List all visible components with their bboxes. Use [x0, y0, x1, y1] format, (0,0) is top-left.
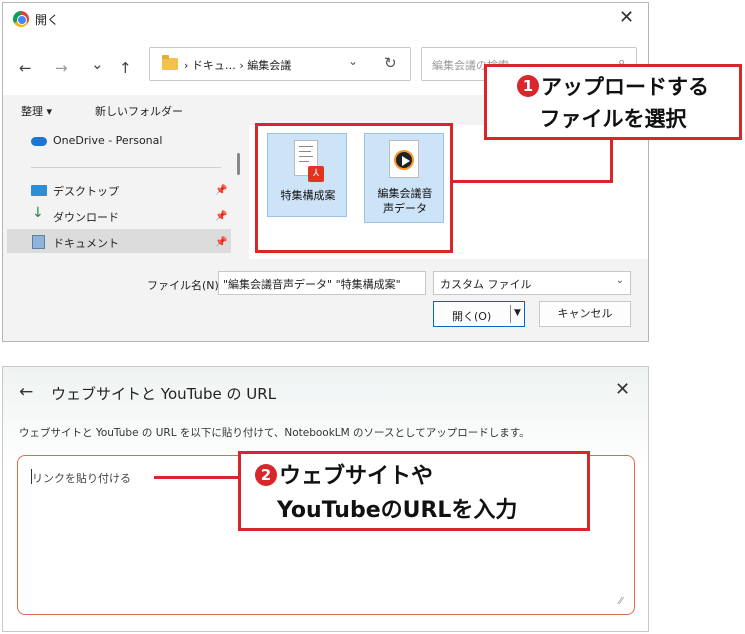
- folder-icon: [162, 55, 178, 70]
- step-number: 1: [517, 75, 539, 97]
- chevron-down-icon: ⌄: [615, 275, 624, 286]
- pin-icon: 📌: [215, 237, 228, 248]
- url-input-placeholder: リンクを貼り付ける: [32, 472, 131, 485]
- connector-line: [453, 180, 613, 183]
- callout-2: 2 ウェブサイトや YouTubeのURLを入力: [238, 451, 590, 531]
- desktop-icon: [31, 185, 47, 196]
- filename-input[interactable]: "編集会議音声データ" "特集構成案": [218, 271, 426, 295]
- step-number: 2: [255, 464, 277, 486]
- filename-label: ファイル名(N):: [147, 279, 223, 292]
- forward-arrow-icon[interactable]: →: [55, 59, 68, 77]
- back-arrow-icon[interactable]: ←: [19, 59, 32, 77]
- scrollbar[interactable]: [237, 153, 240, 175]
- callout-1-line2: ファイルを選択: [539, 107, 687, 131]
- sidebar-item-documents[interactable]: ドキュメント: [53, 235, 119, 255]
- selection-highlight: [255, 123, 453, 253]
- pin-icon: 📌: [215, 211, 228, 222]
- dialog-footer: ファイル名(N): "編集会議音声データ" "特集構成案" カスタム ファイル …: [3, 259, 648, 341]
- download-icon: ↓: [32, 205, 44, 221]
- cancel-button[interactable]: キャンセル: [539, 301, 631, 327]
- callout-1-line1: 1 アップロードする: [487, 71, 739, 101]
- refresh-icon[interactable]: ↻: [384, 54, 397, 72]
- connector-line: [154, 476, 238, 479]
- pin-icon: 📌: [215, 185, 228, 196]
- navigation-pane: OneDrive - Personal デスクトップ 📌 ↓ ダウンロード 📌 …: [3, 125, 235, 259]
- callout-text: アップロードする: [541, 75, 709, 99]
- split-divider: [510, 305, 511, 323]
- new-folder-button[interactable]: 新しいフォルダー: [95, 103, 183, 119]
- address-dropdown-icon[interactable]: ⌄: [348, 54, 358, 68]
- connector-line: [610, 134, 613, 183]
- documents-icon: [32, 235, 45, 249]
- dialog-title: 開く: [35, 13, 60, 27]
- filetype-value: カスタム ファイル: [440, 278, 532, 291]
- sidebar-item-onedrive[interactable]: OneDrive - Personal: [53, 134, 162, 154]
- open-button[interactable]: 開く(O) ▼: [433, 301, 525, 327]
- title-bar: 開く ✕: [3, 3, 648, 35]
- resize-handle-icon[interactable]: ⁄⁄: [619, 596, 622, 607]
- callout-text: ウェブサイトや: [279, 464, 434, 489]
- filetype-select[interactable]: カスタム ファイル ⌄: [433, 271, 631, 295]
- callout-2-line1: 2 ウェブサイトや: [255, 458, 587, 490]
- back-arrow-icon[interactable]: ←: [19, 382, 33, 402]
- callout-2-line2: YouTubeのURLを入力: [277, 498, 518, 523]
- organize-button[interactable]: 整理 ▾: [21, 103, 52, 119]
- cloud-icon: [31, 137, 47, 146]
- up-arrow-icon[interactable]: ↑: [119, 59, 132, 77]
- dialog-description: ウェブサイトと YouTube の URL を以下に貼り付けて、Notebook…: [19, 427, 530, 439]
- address-bar[interactable]: › ドキュ… › 編集会議 ⌄ ↻: [149, 47, 411, 81]
- close-icon[interactable]: ✕: [615, 379, 630, 400]
- sidebar-item-downloads[interactable]: ダウンロード: [53, 209, 119, 229]
- callout-1: 1 アップロードする ファイルを選択: [484, 64, 742, 140]
- open-dropdown-icon[interactable]: ▼: [514, 308, 521, 318]
- close-icon[interactable]: ✕: [619, 7, 634, 28]
- sidebar-item-desktop[interactable]: デスクトップ: [53, 183, 119, 203]
- chrome-icon: [13, 11, 29, 27]
- dialog-title: ウェブサイトと YouTube の URL: [51, 385, 277, 403]
- open-button-label: 開く(O): [452, 310, 492, 323]
- breadcrumb[interactable]: › ドキュ… › 編集会議: [184, 57, 291, 73]
- recent-locations-chevron-icon[interactable]: ⌄: [91, 55, 104, 73]
- divider: [31, 167, 221, 168]
